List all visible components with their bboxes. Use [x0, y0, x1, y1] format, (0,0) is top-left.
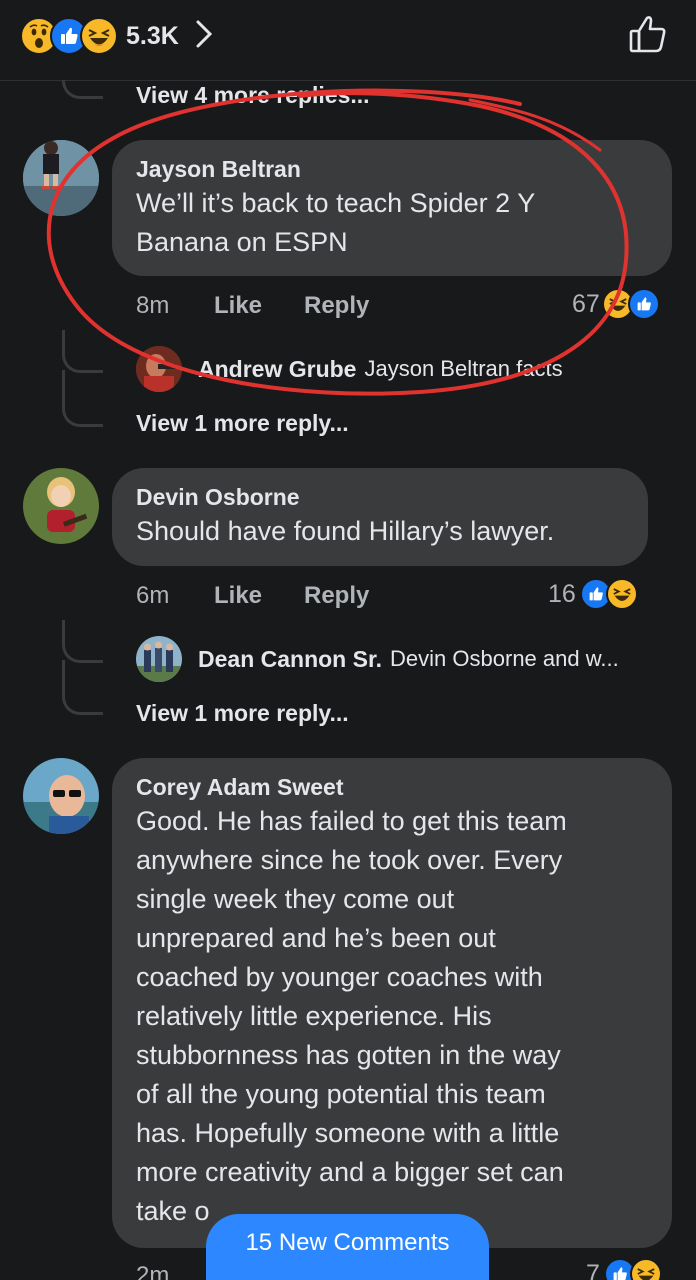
avatar[interactable] [23, 140, 99, 216]
comment-reactions[interactable]: 67 [572, 288, 660, 320]
comment-author[interactable]: Devin Osborne [136, 482, 624, 512]
comment-actions: 6m Like Reply [136, 582, 369, 610]
comment-bubble[interactable]: Jayson Beltran We’ll it’s back to teach … [112, 140, 672, 276]
haha-icon [605, 578, 638, 610]
view-more-replies-link[interactable]: View 1 more reply... [136, 410, 349, 437]
comment-text-line: Good. He has failed to get this team [136, 806, 567, 836]
comment-text-line: single week they come out [136, 884, 455, 914]
haha-icon [80, 17, 118, 55]
reactions-header: 5.3K [0, 0, 696, 81]
view-more-replies-link[interactable]: View 1 more reply... [136, 700, 349, 727]
comments-page: 5.3K View 4 more replies... Jayson Beltr… [0, 0, 696, 1280]
comment-text-line: stubbornness has gotten in the way [136, 1040, 561, 1070]
avatar[interactable] [136, 346, 182, 392]
reaction-count: 5.3K [126, 21, 179, 50]
reply-author[interactable]: Andrew Grube [198, 356, 356, 383]
haha-icon [629, 1258, 662, 1280]
thread-line [62, 370, 103, 427]
comment-text-line: coached by younger coaches with [136, 962, 543, 992]
comment-time: 2m [136, 1262, 170, 1280]
like-button[interactable]: Like [214, 292, 304, 320]
avatar[interactable] [23, 468, 99, 544]
comment-text-line: more creativity and a bigger set can [136, 1157, 564, 1187]
comment-text-line: We’ll it’s back to teach Spider 2 Y [136, 188, 536, 218]
comment-time: 6m [136, 582, 170, 609]
comment-text-line: Banana on ESPN [136, 227, 348, 257]
reply-author[interactable]: Dean Cannon Sr. [198, 646, 382, 673]
like-outline-icon[interactable] [628, 14, 668, 59]
reply-preview[interactable]: Dean Cannon Sr. Devin Osborne and w... [136, 636, 619, 682]
comment-text-line: unprepared and he’s been out [136, 923, 496, 953]
avatar[interactable] [136, 636, 182, 682]
comment-text-line: anywhere since he took over. Every [136, 845, 563, 875]
comment-text-line: Should have found Hillary’s lawyer. [136, 516, 555, 546]
comment-reactions[interactable]: 16 [548, 578, 638, 610]
chevron-right-icon[interactable] [195, 19, 213, 54]
comment-author[interactable]: Corey Adam Sweet [136, 772, 648, 802]
thread-line [62, 80, 103, 99]
comment-reaction-count: 16 [548, 579, 576, 608]
reply-text: Devin Osborne and w... [390, 646, 619, 671]
comment-text-line: relatively little experience. His [136, 1001, 492, 1031]
avatar[interactable] [23, 758, 99, 834]
new-comments-label: 15 New Comments [245, 1229, 450, 1256]
comment-time: 8m [136, 292, 170, 319]
thread-line [62, 660, 103, 715]
comment-bubble[interactable]: Corey Adam Sweet Good. He has failed to … [112, 758, 672, 1248]
like-button[interactable]: Like [214, 582, 304, 610]
thread-line [62, 330, 103, 373]
comment-bubble[interactable]: Devin Osborne Should have found Hillary’… [112, 468, 648, 566]
reply-button[interactable]: Reply [304, 292, 369, 320]
reply-preview[interactable]: Andrew Grube Jayson Beltran facts [136, 346, 563, 392]
comment-text: Good. He has failed to get this team anyw… [136, 802, 648, 1231]
new-comments-button[interactable]: 15 New Comments [206, 1214, 489, 1280]
like-icon [627, 288, 660, 320]
comment-reaction-count: 7 [586, 1259, 600, 1280]
reactions-summary[interactable]: 5.3K [20, 16, 213, 56]
reply-button[interactable]: Reply [304, 582, 369, 610]
comment-actions: 2m [136, 1262, 214, 1280]
thread-line [62, 620, 103, 663]
comment-author[interactable]: Jayson Beltran [136, 154, 648, 184]
reply-text: Jayson Beltran facts [364, 356, 563, 381]
comment-reactions[interactable]: 7 [586, 1258, 662, 1280]
comment-text-line: has. Hopefully someone with a little [136, 1118, 560, 1148]
comment-reaction-count: 67 [572, 289, 600, 318]
view-more-replies-link[interactable]: View 4 more replies... [136, 82, 370, 109]
comment-actions: 8m Like Reply [136, 292, 369, 320]
comment-text-line: of all the young potential this team [136, 1079, 546, 1109]
